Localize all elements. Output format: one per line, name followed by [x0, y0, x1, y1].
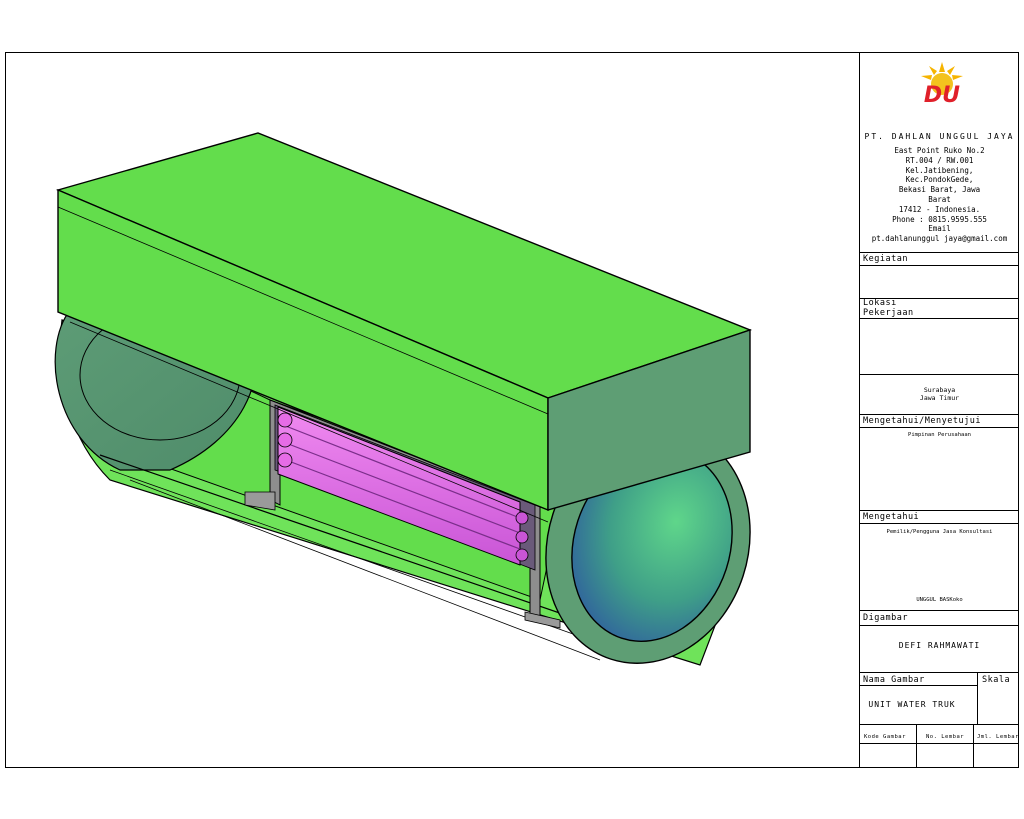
divider	[860, 523, 1019, 524]
divider	[860, 685, 977, 686]
address-line: Bekasi Barat, Jawa	[898, 185, 981, 195]
divider	[860, 427, 1019, 428]
mengetahui-menyetujui-label: Mengetahui/Menyetujui	[863, 416, 981, 426]
digambar-label: Digambar	[863, 613, 908, 623]
address-line: Phone : 0815.9595.555	[892, 214, 987, 224]
divider	[973, 724, 974, 768]
divider	[860, 318, 1019, 319]
address-line: Kec.PondokGede,	[905, 175, 974, 185]
divider	[860, 265, 1019, 266]
kegiatan-label: Kegiatan	[863, 254, 908, 264]
divider	[916, 724, 917, 768]
divider	[860, 724, 1019, 725]
address-line: pt.dahlanunggul jaya@gmail.com	[871, 234, 1008, 244]
divider	[860, 672, 1019, 673]
svg-text:DU: DU	[924, 83, 960, 108]
divider	[860, 414, 1019, 415]
nama-gambar-value: UNIT WATER TRUK	[868, 700, 956, 709]
divider	[860, 510, 1019, 511]
address-line: Barat	[928, 194, 951, 204]
divider	[860, 743, 1019, 744]
divider	[977, 672, 978, 724]
address-line: East Point Ruko No.2	[894, 146, 985, 155]
digambar-name: DEFI RAHMAWATI	[898, 641, 981, 650]
cad-drawing	[54, 132, 753, 666]
pemilik-role: Pemilik/Pengguna Jasa Konsultasi	[886, 529, 993, 535]
pemilik-name: UNGGUL BASKoko	[916, 597, 963, 603]
divider	[860, 610, 1019, 611]
address-line: Kel.Jatibening,	[905, 165, 974, 175]
address-line: RT.004 / RW.001	[905, 155, 974, 165]
address-line: 17412 - Indonesia.	[898, 204, 981, 214]
mengetahui-label: Mengetahui	[863, 512, 920, 522]
divider	[860, 374, 1019, 375]
nama-gambar-label: Nama Gambar	[863, 675, 925, 685]
company-logo: DU	[917, 62, 967, 112]
pekerjaan-label: Pekerjaan	[863, 308, 914, 318]
pimpinan-perusahaan: Pimpinan Perusahaan	[908, 432, 971, 438]
jml-lembar-label: Jml. Lembar	[977, 734, 1019, 740]
divider	[860, 252, 1019, 253]
divider	[860, 625, 1019, 626]
address-line: Email	[928, 224, 951, 234]
company-name: PT. DAHLAN UNGGUL JAYA	[864, 132, 1015, 141]
skala-label: Skala	[982, 675, 1011, 685]
title-block: DU PT. DAHLAN UNGGUL JAYA East Point Ruk…	[859, 52, 1019, 768]
lokasi-label: Lokasi	[863, 298, 897, 308]
lokasi-city: Surabaya	[923, 386, 956, 394]
no-lembar-label: No. Lembar	[926, 734, 965, 740]
kode-gambar-label: Kode Gambar	[864, 734, 906, 740]
company-address: East Point Ruko No.2 RT.004 / RW.001 Kel…	[860, 146, 1019, 244]
lokasi-province: Jawa Timur	[919, 394, 960, 402]
